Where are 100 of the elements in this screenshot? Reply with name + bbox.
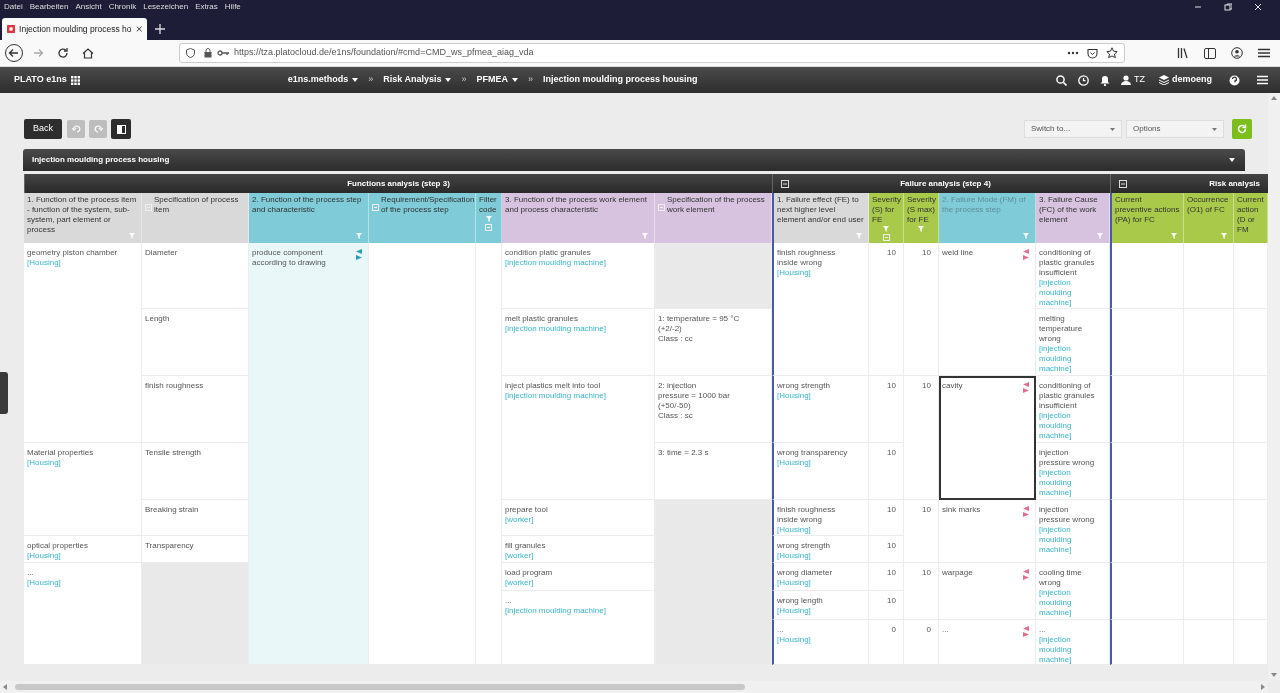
table-cell[interactable]: condition platic granules [injection moulding machine]: [502, 243, 655, 309]
table-cell[interactable]: geometry piston chamber [Housing]: [24, 243, 142, 443]
caret-icon[interactable]: [1229, 158, 1235, 162]
restore-icon[interactable]: [1224, 3, 1232, 11]
navigation-arrows-icon[interactable]: [1023, 249, 1029, 260]
column-header[interactable]: Filter code: [476, 193, 502, 243]
column-header[interactable]: Severity (S) for FE: [869, 193, 904, 243]
filter-icon[interactable]: [642, 233, 648, 239]
table-cell[interactable]: 10: [869, 500, 904, 536]
table-cell[interactable]: wrong transparency [Housing]: [772, 443, 869, 500]
home-icon[interactable]: [82, 47, 94, 59]
table-cell[interactable]: wrong strength [Housing]: [772, 536, 869, 563]
clock-icon[interactable]: [1078, 74, 1089, 86]
table-cell[interactable]: finish roughness: [142, 376, 249, 443]
breadcrumb-item[interactable]: PFMEA: [476, 73, 518, 87]
filter-icon[interactable]: [1097, 233, 1103, 239]
breadcrumb-item[interactable]: Risk Analysis: [383, 73, 452, 87]
menu-item[interactable]: Datei: [4, 1, 23, 13]
navigation-arrows-icon[interactable]: [1023, 382, 1029, 393]
menu-item[interactable]: Bearbeiten: [29, 1, 69, 13]
table-cell[interactable]: produce component according to drawing: [249, 243, 369, 665]
expand-icon[interactable]: [372, 204, 379, 211]
side-panel-handle[interactable]: [0, 372, 8, 414]
table-cell[interactable]: cooling time wrong [injection moulding machine]: [1036, 563, 1110, 620]
table-cell[interactable]: conditioning of plastic granules insufficient [injection moulding machine]: [1036, 243, 1110, 309]
table-cell[interactable]: finish roughness inside wrong [Housing]: [772, 243, 869, 376]
table-cell[interactable]: ... [Housing]: [24, 563, 142, 665]
column-header[interactable]: 1. Failure effect (FE) to next higher level element and/or end user: [772, 193, 869, 243]
table-cell[interactable]: Transparency: [142, 536, 249, 563]
table-cell[interactable]: injection pressure wrong [injection moulding machine]: [1036, 500, 1110, 563]
scrollbar-thumb[interactable]: [15, 684, 745, 690]
table-cell[interactable]: optical properties [Housing]: [24, 536, 142, 563]
table-cell[interactable]: prepare tool [worker]: [502, 500, 655, 536]
collapse-icon[interactable]: [781, 179, 789, 188]
column-header[interactable]: Requirement/Specification of the process step: [369, 193, 476, 243]
navigation-arrows-icon[interactable]: [1023, 569, 1029, 580]
table-cell[interactable]: wrong diameter [Housing]: [772, 563, 869, 591]
scroll-up-icon[interactable]: [1271, 96, 1277, 100]
filter-icon[interactable]: [883, 226, 889, 232]
column-header[interactable]: Occurrence (O1) of FC: [1184, 193, 1234, 243]
scroll-right-icon[interactable]: [1261, 684, 1265, 690]
table-cell[interactable]: 10: [904, 376, 939, 500]
sidebar-icon[interactable]: [1204, 47, 1216, 59]
table-cell[interactable]: wrong strength [Housing]: [772, 376, 869, 443]
column-header[interactable]: Specification of process item: [142, 193, 249, 243]
back-button[interactable]: Back: [24, 119, 62, 139]
column-header[interactable]: 1. Function of the process item - function of the system, sub-system, part element or process: [24, 193, 142, 243]
filter-icon[interactable]: [918, 226, 924, 232]
column-header[interactable]: Severity (S max) for FE: [904, 193, 939, 243]
table-cell[interactable]: conditioning of plastic granules insufficient [injection moulding machine]: [1036, 376, 1110, 443]
table-cell[interactable]: Diameter: [142, 243, 249, 309]
table-cell[interactable]: ... [injection moulding machine]: [1036, 620, 1110, 665]
filter-icon[interactable]: [356, 233, 362, 239]
table-cell[interactable]: 10: [904, 243, 939, 376]
table-cell[interactable]: cavity: [939, 376, 1036, 500]
table-cell[interactable]: Breaking strain: [142, 500, 249, 536]
collapse-icon[interactable]: [1119, 179, 1127, 188]
table-cell[interactable]: melting temperature wrong [injection moulding machine]: [1036, 309, 1110, 376]
table-cell[interactable]: inject plastics melt into tool [injection moulding machine]: [502, 376, 655, 500]
menu-item[interactable]: Ansicht: [75, 1, 102, 13]
table-cell[interactable]: 10: [869, 443, 904, 500]
table-cell[interactable]: injection pressure wrong [injection moulding machine]: [1036, 443, 1110, 500]
table-cell[interactable]: 10: [869, 536, 904, 563]
filter-icon[interactable]: [1171, 233, 1177, 239]
menu-item[interactable]: Lesezeichen: [143, 1, 189, 13]
filter-icon[interactable]: [485, 216, 492, 222]
breadcrumb-item[interactable]: Injection moulding process housing: [542, 73, 698, 87]
redo-button[interactable]: [89, 120, 107, 138]
table-cell[interactable]: finish roughness inside wrong [Housing]: [772, 500, 869, 536]
navigation-arrows-icon[interactable]: [1023, 626, 1029, 637]
table-cell[interactable]: 10: [869, 563, 904, 591]
table-cell[interactable]: 2: injection pressure = 1000 bar (+50/-50) Class : sc: [655, 376, 772, 443]
column-header[interactable]: 2. Function of the process step and characteristic: [249, 193, 369, 243]
menu-item[interactable]: Chronik: [108, 1, 137, 13]
undo-button[interactable]: [67, 120, 85, 138]
url-field[interactable]: https://tza.platocloud.de/e1ns/foundation/#cmd=CMD_ws_pfmea_aiag_vda: [179, 43, 1125, 63]
scroll-left-icon[interactable]: [3, 684, 7, 690]
table-cell[interactable]: Tensile strength: [142, 443, 249, 500]
navigation-arrows-icon[interactable]: [356, 249, 362, 260]
scroll-down-icon[interactable]: [1271, 673, 1277, 677]
grid-icon[interactable]: [70, 75, 80, 85]
table-cell[interactable]: wrong length [Housing]: [772, 591, 869, 620]
new-tab-icon[interactable]: [155, 24, 165, 34]
refresh-button[interactable]: [1232, 119, 1252, 139]
expand-icon[interactable]: [882, 234, 890, 241]
table-cell[interactable]: 10: [869, 591, 904, 620]
column-header[interactable]: 3. Failure Cause (FC) of the work element: [1036, 193, 1110, 243]
column-header[interactable]: Specification of the process work element: [655, 193, 772, 243]
table-cell[interactable]: 10: [904, 563, 939, 620]
table-cell[interactable]: ... [injection moulding machine]: [502, 591, 655, 665]
table-cell[interactable]: 10: [904, 500, 939, 563]
filter-icon[interactable]: [1221, 233, 1227, 239]
dropdown-field[interactable]: Switch to...: [1024, 120, 1122, 138]
pocket-icon[interactable]: [1087, 47, 1098, 59]
column-header[interactable]: Current preventive actions (PA) for FC: [1110, 193, 1184, 243]
search-icon[interactable]: [1056, 74, 1067, 86]
table-cell[interactable]: 1: temperature = 95 °C (+2/-2) Class : cc: [655, 309, 772, 376]
bell-icon[interactable]: [1100, 74, 1110, 86]
menu-icon[interactable]: [1258, 48, 1270, 58]
table-cell[interactable]: 10: [869, 376, 904, 443]
